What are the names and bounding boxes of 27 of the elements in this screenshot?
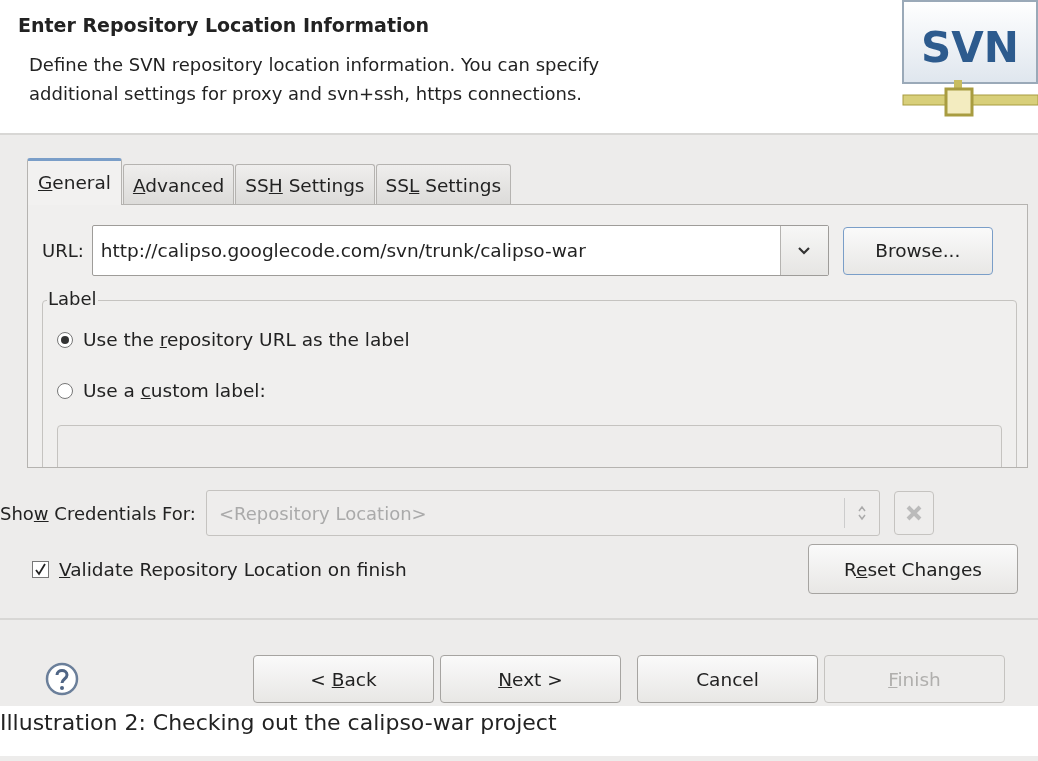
radio-button[interactable] [57, 331, 73, 348]
url-label: URL: [42, 240, 84, 261]
figure-caption: Illustration 2: Checking out the calipso-war project [0, 706, 1038, 756]
tab[interactable]: Advanced [122, 164, 235, 204]
reset-changes-button[interactable]: Reset Changes [808, 544, 1018, 594]
tab[interactable]: SSL Settings [375, 164, 512, 204]
tab[interactable]: SSH Settings [235, 164, 375, 204]
browse-button[interactable]: Browse... [842, 226, 993, 275]
check-icon [34, 562, 47, 576]
help-icon[interactable] [45, 662, 79, 696]
radio-option[interactable]: Use a custom label: [57, 380, 266, 401]
dialog-button: Finish [824, 655, 1005, 703]
credentials-label: Show Credentials For: [0, 502, 196, 524]
radio-option[interactable]: Use the repository URL as the label [57, 329, 410, 350]
tab[interactable]: General [27, 158, 122, 205]
radio-button[interactable] [57, 382, 73, 399]
dialog-description: Define the SVN repository location information. You can specify additional settings for proxy and svn+ssh, https connections. [29, 53, 601, 106]
dialog-title: Enter Repository Location Information [18, 14, 431, 36]
dialog-button[interactable]: < Back [253, 655, 434, 703]
dialog-button[interactable]: Cancel [637, 655, 818, 703]
checkbox[interactable] [32, 560, 49, 578]
close-icon [904, 504, 923, 522]
combo-placeholder: <Repository Location> [217, 502, 428, 524]
up-down-arrows-icon [856, 505, 867, 521]
dialog-button[interactable]: Next > [440, 655, 621, 703]
chevron-down-icon [797, 245, 812, 256]
validate-checkbox[interactable]: Validate Repository Location on finish [0, 558, 407, 580]
